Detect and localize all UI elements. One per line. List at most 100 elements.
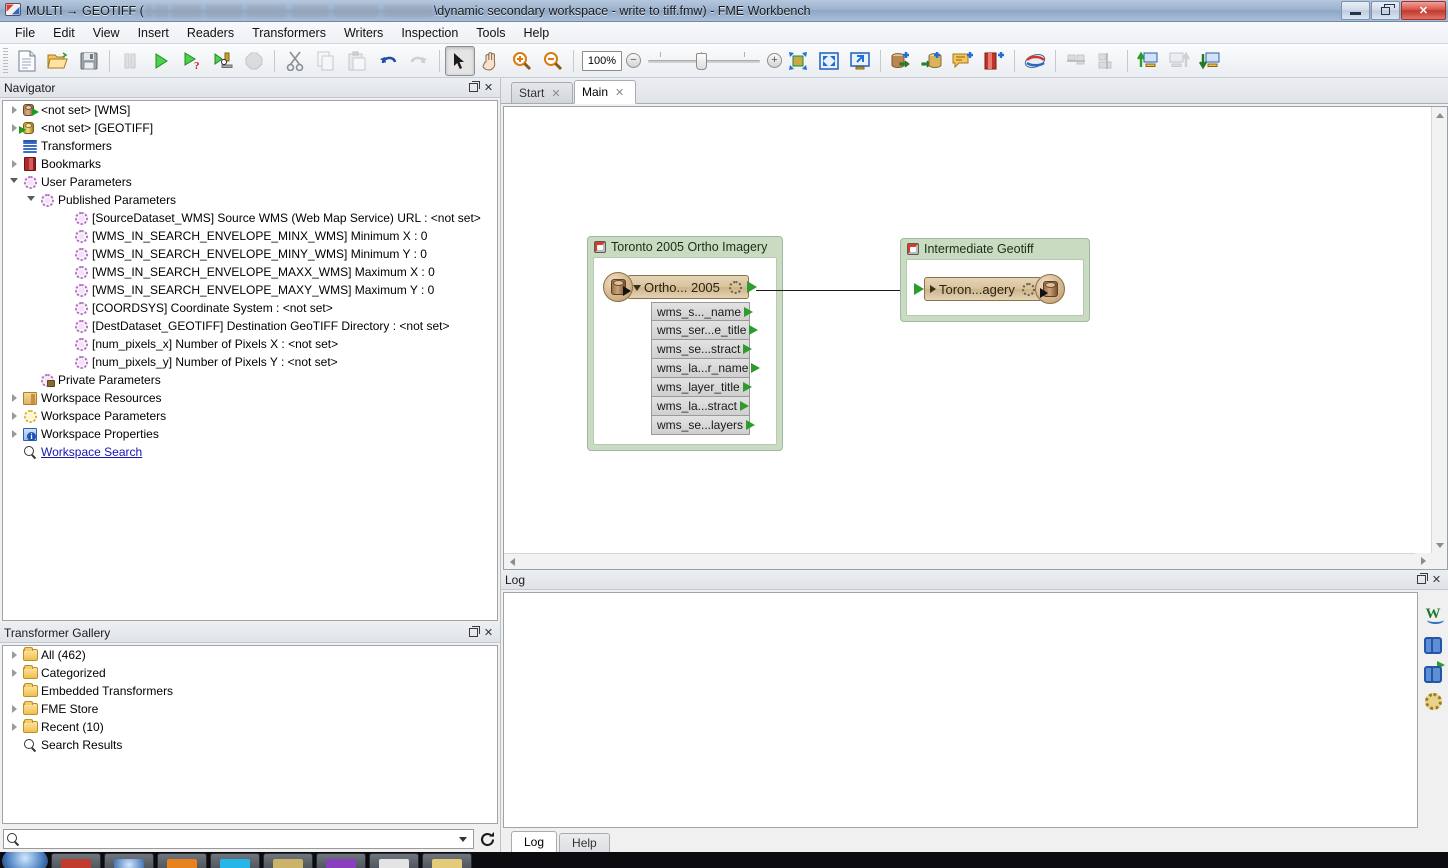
pan-tool-icon[interactable] [476,46,506,76]
menu-tools[interactable]: Tools [467,23,514,43]
menu-inspection[interactable]: Inspection [392,23,467,43]
menu-edit[interactable]: Edit [44,23,84,43]
canvas-horizontal-scrollbar[interactable] [504,553,1431,569]
inspect-run-icon[interactable] [1423,660,1445,683]
chevron-right-icon[interactable] [7,651,21,659]
scroll-left-icon[interactable] [504,554,520,569]
paste-icon[interactable] [342,46,372,76]
writer-bookmark[interactable]: Intermediate Geotiff Toron...agery [900,238,1090,322]
menu-insert[interactable]: Insert [129,23,178,43]
navigator-close-button[interactable]: ✕ [481,80,496,95]
add-writer-icon[interactable] [917,46,947,76]
tree-row[interactable]: [WMS_IN_SEARCH_ENVELOPE_MINY_WMS] Minimu… [3,245,497,263]
chevron-right-icon[interactable] [7,394,21,402]
tree-row[interactable]: Transformers [3,137,497,155]
taskbar-item[interactable] [316,853,366,868]
workspace-log-icon[interactable]: W [1423,604,1444,624]
navigator-tree[interactable]: <not set> [WMS] <not set> [GEOTIFF] Transf… [2,100,498,621]
chevron-right-icon[interactable] [7,430,21,438]
chevron-right-icon[interactable] [7,160,21,168]
tree-row[interactable]: Search Results [3,736,497,754]
tree-row[interactable]: Private Parameters [3,371,497,389]
fme-store-icon[interactable] [1020,46,1050,76]
redo-icon[interactable] [404,46,434,76]
save-icon[interactable] [74,46,104,76]
tree-row[interactable]: Published Parameters [3,191,497,209]
pause-icon[interactable] [115,46,145,76]
publish-server-icon[interactable] [1164,46,1194,76]
taskbar-item[interactable] [104,853,154,868]
tab-log[interactable]: Log [511,831,558,852]
tree-row[interactable]: FME Store [3,700,497,718]
zoom-level-input[interactable]: 100% [582,50,622,71]
tree-row[interactable]: [WMS_IN_SEARCH_ENVELOPE_MINX_WMS] Minimu… [3,227,497,245]
menu-file[interactable]: File [6,23,44,43]
port-arrow-icon[interactable] [751,363,761,373]
add-bookmark-icon[interactable] [979,46,1009,76]
tree-row[interactable]: Categorized [3,664,497,682]
chevron-down-icon[interactable] [459,836,467,842]
port-row[interactable]: wms_la...r_name [651,359,761,378]
tree-row[interactable]: [SourceDataset_WMS] Source WMS (Web Map … [3,209,497,227]
tree-row[interactable]: Embedded Transformers [3,682,497,700]
run-icon[interactable] [146,46,176,76]
align-center-icon[interactable] [1092,46,1122,76]
writer-node-header[interactable]: Toron...agery [924,277,1042,301]
tree-row[interactable]: Workspace Search [3,443,497,461]
search-input-wrap[interactable] [3,829,474,849]
port-arrow-icon[interactable] [749,325,759,335]
cut-icon[interactable] [280,46,310,76]
download-server-icon[interactable] [1195,46,1225,76]
chevron-right-icon[interactable] [7,412,21,420]
menu-writers[interactable]: Writers [335,23,392,43]
chevron-right-icon[interactable] [7,723,21,731]
reader-node-gear-icon[interactable] [729,280,742,294]
zoom-slider[interactable] [644,49,764,73]
restore-button[interactable] [1371,1,1400,20]
add-annotation-icon[interactable] [948,46,978,76]
upload-server-icon[interactable] [1133,46,1163,76]
menu-readers[interactable]: Readers [178,23,243,43]
tab-main-close-icon[interactable]: ✕ [615,86,624,99]
tree-row[interactable]: User Parameters [3,173,497,191]
port-row[interactable]: wms_layer_title [651,378,752,397]
taskbar-item[interactable] [422,853,472,868]
reader-node-header[interactable]: Ortho... 2005 [627,275,749,299]
port-row[interactable]: wms_se...stract [651,340,753,359]
port-arrow-icon[interactable] [740,401,750,411]
fit-selection-icon[interactable] [783,46,813,76]
tree-row[interactable]: Recent (10) [3,718,497,736]
scroll-up-icon[interactable] [1432,107,1447,123]
run-with-prompt-icon[interactable]: ? [177,46,207,76]
taskbar-item[interactable] [369,853,419,868]
expand-caret-icon[interactable] [930,285,936,293]
zoom-decrease-button[interactable]: − [626,53,641,68]
workspace-canvas[interactable]: Toronto 2005 Ortho Imagery Ortho... 2005 [504,107,1431,553]
tab-main[interactable]: Main ✕ [574,80,636,104]
menu-help[interactable]: Help [514,23,558,43]
chevron-right-icon[interactable] [7,669,21,677]
tab-help[interactable]: Help [559,833,610,852]
tree-row[interactable]: [DestDataset_GEOTIFF] Destination GeoTIF… [3,317,497,335]
tab-start[interactable]: Start ✕ [511,82,573,103]
tree-row[interactable]: [WMS_IN_SEARCH_ENVELOPE_MAXY_WMS] Maximu… [3,281,497,299]
tree-row[interactable]: [WMS_IN_SEARCH_ENVELOPE_MAXX_WMS] Maximu… [3,263,497,281]
start-orb-icon[interactable] [2,852,48,868]
taskbar-item[interactable] [51,853,101,868]
port-arrow-icon[interactable] [746,420,756,430]
chevron-down-icon[interactable] [7,177,21,187]
tab-start-close-icon[interactable]: ✕ [551,87,560,100]
minimize-button[interactable] [1341,1,1370,20]
stop-icon[interactable] [239,46,269,76]
tree-row[interactable]: Workspace Properties [3,425,497,443]
scroll-down-icon[interactable] [1432,537,1447,553]
tree-row[interactable]: [COORDSYS] Coordinate System : <not set> [3,299,497,317]
tree-row[interactable]: Bookmarks [3,155,497,173]
menu-transformers[interactable]: Transformers [243,23,335,43]
chevron-right-icon[interactable] [7,106,21,114]
tree-row[interactable]: [num_pixels_x] Number of Pixels X : <not… [3,335,497,353]
tree-row[interactable]: Workspace Parameters [3,407,497,425]
taskbar-item[interactable] [263,853,313,868]
zoom-increase-button[interactable]: + [767,53,782,68]
inspect-icon[interactable] [208,46,238,76]
